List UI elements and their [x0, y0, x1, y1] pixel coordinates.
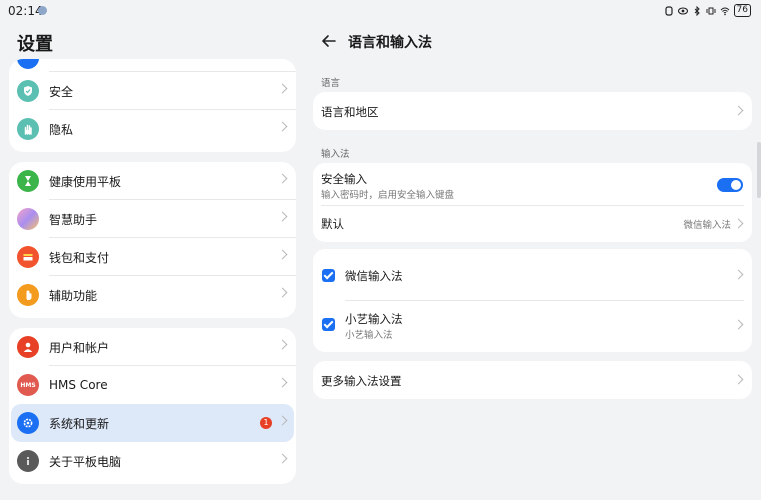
settings-group-system: 用户和帐户 HMS HMS Core 系统和更新 1 关于平板电脑 [9, 328, 296, 484]
secure-input-item[interactable]: 安全输入 输入密码时，启用安全输入键盘 [313, 163, 752, 206]
xiaoyi-checkbox[interactable] [322, 318, 335, 331]
wallet-icon [17, 246, 39, 268]
chevron-right-icon [277, 339, 288, 350]
gear-icon [17, 412, 39, 434]
input-method-subtitle: 小艺输入法 [345, 330, 393, 341]
nfc-icon [664, 5, 673, 16]
sidebar-item-users-accounts[interactable]: 用户和帐户 [9, 328, 296, 366]
input-methods-card: 微信输入法 小艺输入法 小艺输入法 [313, 249, 752, 352]
input-method-xiaoyi[interactable]: 小艺输入法 小艺输入法 [313, 300, 752, 352]
default-input-title: 默认 [321, 217, 344, 231]
chevron-right-icon [277, 415, 288, 426]
section-label-input: 输入法 [321, 149, 350, 160]
sidebar-item-security[interactable]: 安全 [9, 72, 296, 110]
chevron-right-icon [277, 453, 288, 464]
sidebar-item-label: 智慧助手 [49, 212, 98, 227]
input-method-wechat[interactable]: 微信输入法 [313, 249, 752, 300]
back-arrow-icon[interactable] [320, 32, 338, 50]
sidebar-item-label: 隐私 [49, 122, 74, 137]
section-label-language: 语言 [321, 78, 341, 89]
sidebar-item-label: 关于平板电脑 [49, 454, 122, 469]
more-input-settings-label: 更多输入法设置 [321, 374, 402, 388]
sidebar-item-label: 健康使用平板 [49, 174, 122, 189]
wechat-checkbox[interactable] [322, 269, 335, 282]
scrolled-row-partial [9, 59, 296, 72]
chevron-right-icon [733, 218, 744, 229]
vibrate-icon [706, 7, 716, 14]
chevron-right-icon [733, 105, 744, 116]
input-method-title: 小艺输入法 [345, 312, 403, 326]
wifi-icon [720, 7, 729, 15]
sidebar-item-label: 安全 [49, 84, 74, 99]
privacy-hand-icon [17, 118, 39, 140]
sidebar-item-label: HMS Core [49, 378, 108, 392]
partial-icon [17, 59, 39, 69]
more-input-settings-item[interactable]: 更多输入法设置 [313, 361, 752, 399]
language-region-item[interactable]: 语言和地区 [313, 92, 752, 130]
sidebar-item-about-tablet[interactable]: 关于平板电脑 [9, 442, 296, 480]
more-settings-card: 更多输入法设置 [313, 361, 752, 399]
secure-input-subtitle: 输入密码时，启用安全输入键盘 [321, 190, 455, 201]
hourglass-icon [17, 170, 39, 192]
sidebar-item-label: 用户和帐户 [49, 340, 110, 355]
chevron-right-icon [733, 374, 744, 385]
chevron-right-icon [277, 211, 288, 222]
status-bar: 02:14 76 [0, 0, 761, 22]
chevron-right-icon [277, 377, 288, 388]
sidebar-item-hms-core[interactable]: HMS HMS Core [9, 366, 296, 404]
sidebar-item-system-update[interactable]: 系统和更新 1 [11, 404, 294, 442]
assistant-orb-icon [17, 208, 39, 230]
battery-icon: 76 [733, 4, 751, 17]
split-screen-handle[interactable] [757, 142, 761, 198]
status-icons: 76 [664, 4, 751, 17]
language-card: 语言和地区 [313, 92, 752, 130]
sidebar-item-label: 辅助功能 [49, 288, 98, 303]
page-title: 设置 [17, 34, 53, 55]
bluetooth-icon [694, 5, 700, 16]
chevron-right-icon [277, 249, 288, 260]
info-icon [17, 450, 39, 472]
sidebar-item-label: 系统和更新 [49, 416, 110, 431]
detail-panel: 语言和输入法 语言 语言和地区 输入法 安全输入 输入密码时，启用安全输入键盘 … [304, 22, 761, 500]
hms-icon-text: HMS [20, 381, 36, 389]
default-input-item[interactable]: 默认 微信输入法 [313, 206, 752, 242]
notification-dot-icon [38, 6, 47, 15]
chevron-right-icon [733, 319, 744, 330]
user-icon [17, 336, 39, 358]
input-settings-card: 安全输入 输入密码时，启用安全输入键盘 默认 微信输入法 [313, 163, 752, 242]
update-badge: 1 [260, 417, 272, 429]
sidebar-item-wallet[interactable]: 钱包和支付 [9, 238, 296, 276]
sidebar-item-smart-assistant[interactable]: 智慧助手 [9, 200, 296, 238]
secure-input-toggle[interactable] [717, 178, 743, 192]
accessibility-hand-icon [17, 284, 39, 306]
eye-comfort-icon [677, 6, 688, 15]
secure-input-title: 安全输入 [321, 172, 367, 186]
settings-group-wellbeing: 健康使用平板 智慧助手 钱包和支付 辅助功能 [9, 162, 296, 318]
detail-title: 语言和输入法 [348, 35, 432, 51]
chevron-right-icon [277, 121, 288, 132]
sidebar-item-privacy[interactable]: 隐私 [9, 110, 296, 148]
sidebar-item-accessibility[interactable]: 辅助功能 [9, 276, 296, 314]
chevron-right-icon [733, 269, 744, 280]
sidebar-item-label: 钱包和支付 [49, 250, 110, 265]
hms-icon: HMS [17, 374, 39, 396]
chevron-right-icon [277, 83, 288, 94]
chevron-right-icon [277, 173, 288, 184]
sidebar-item-digital-balance[interactable]: 健康使用平板 [9, 162, 296, 200]
settings-group-security: 安全 隐私 [9, 59, 296, 152]
chevron-right-icon [277, 287, 288, 298]
input-method-title: 微信输入法 [345, 269, 403, 283]
default-input-value: 微信输入法 [683, 220, 731, 231]
settings-sidebar: 设置 安全 隐私 健康使用平板 智慧助手 钱包和支付 辅助功能 用户和帐户 HM… [0, 22, 304, 500]
language-region-label: 语言和地区 [321, 105, 379, 119]
shield-icon [17, 80, 39, 102]
